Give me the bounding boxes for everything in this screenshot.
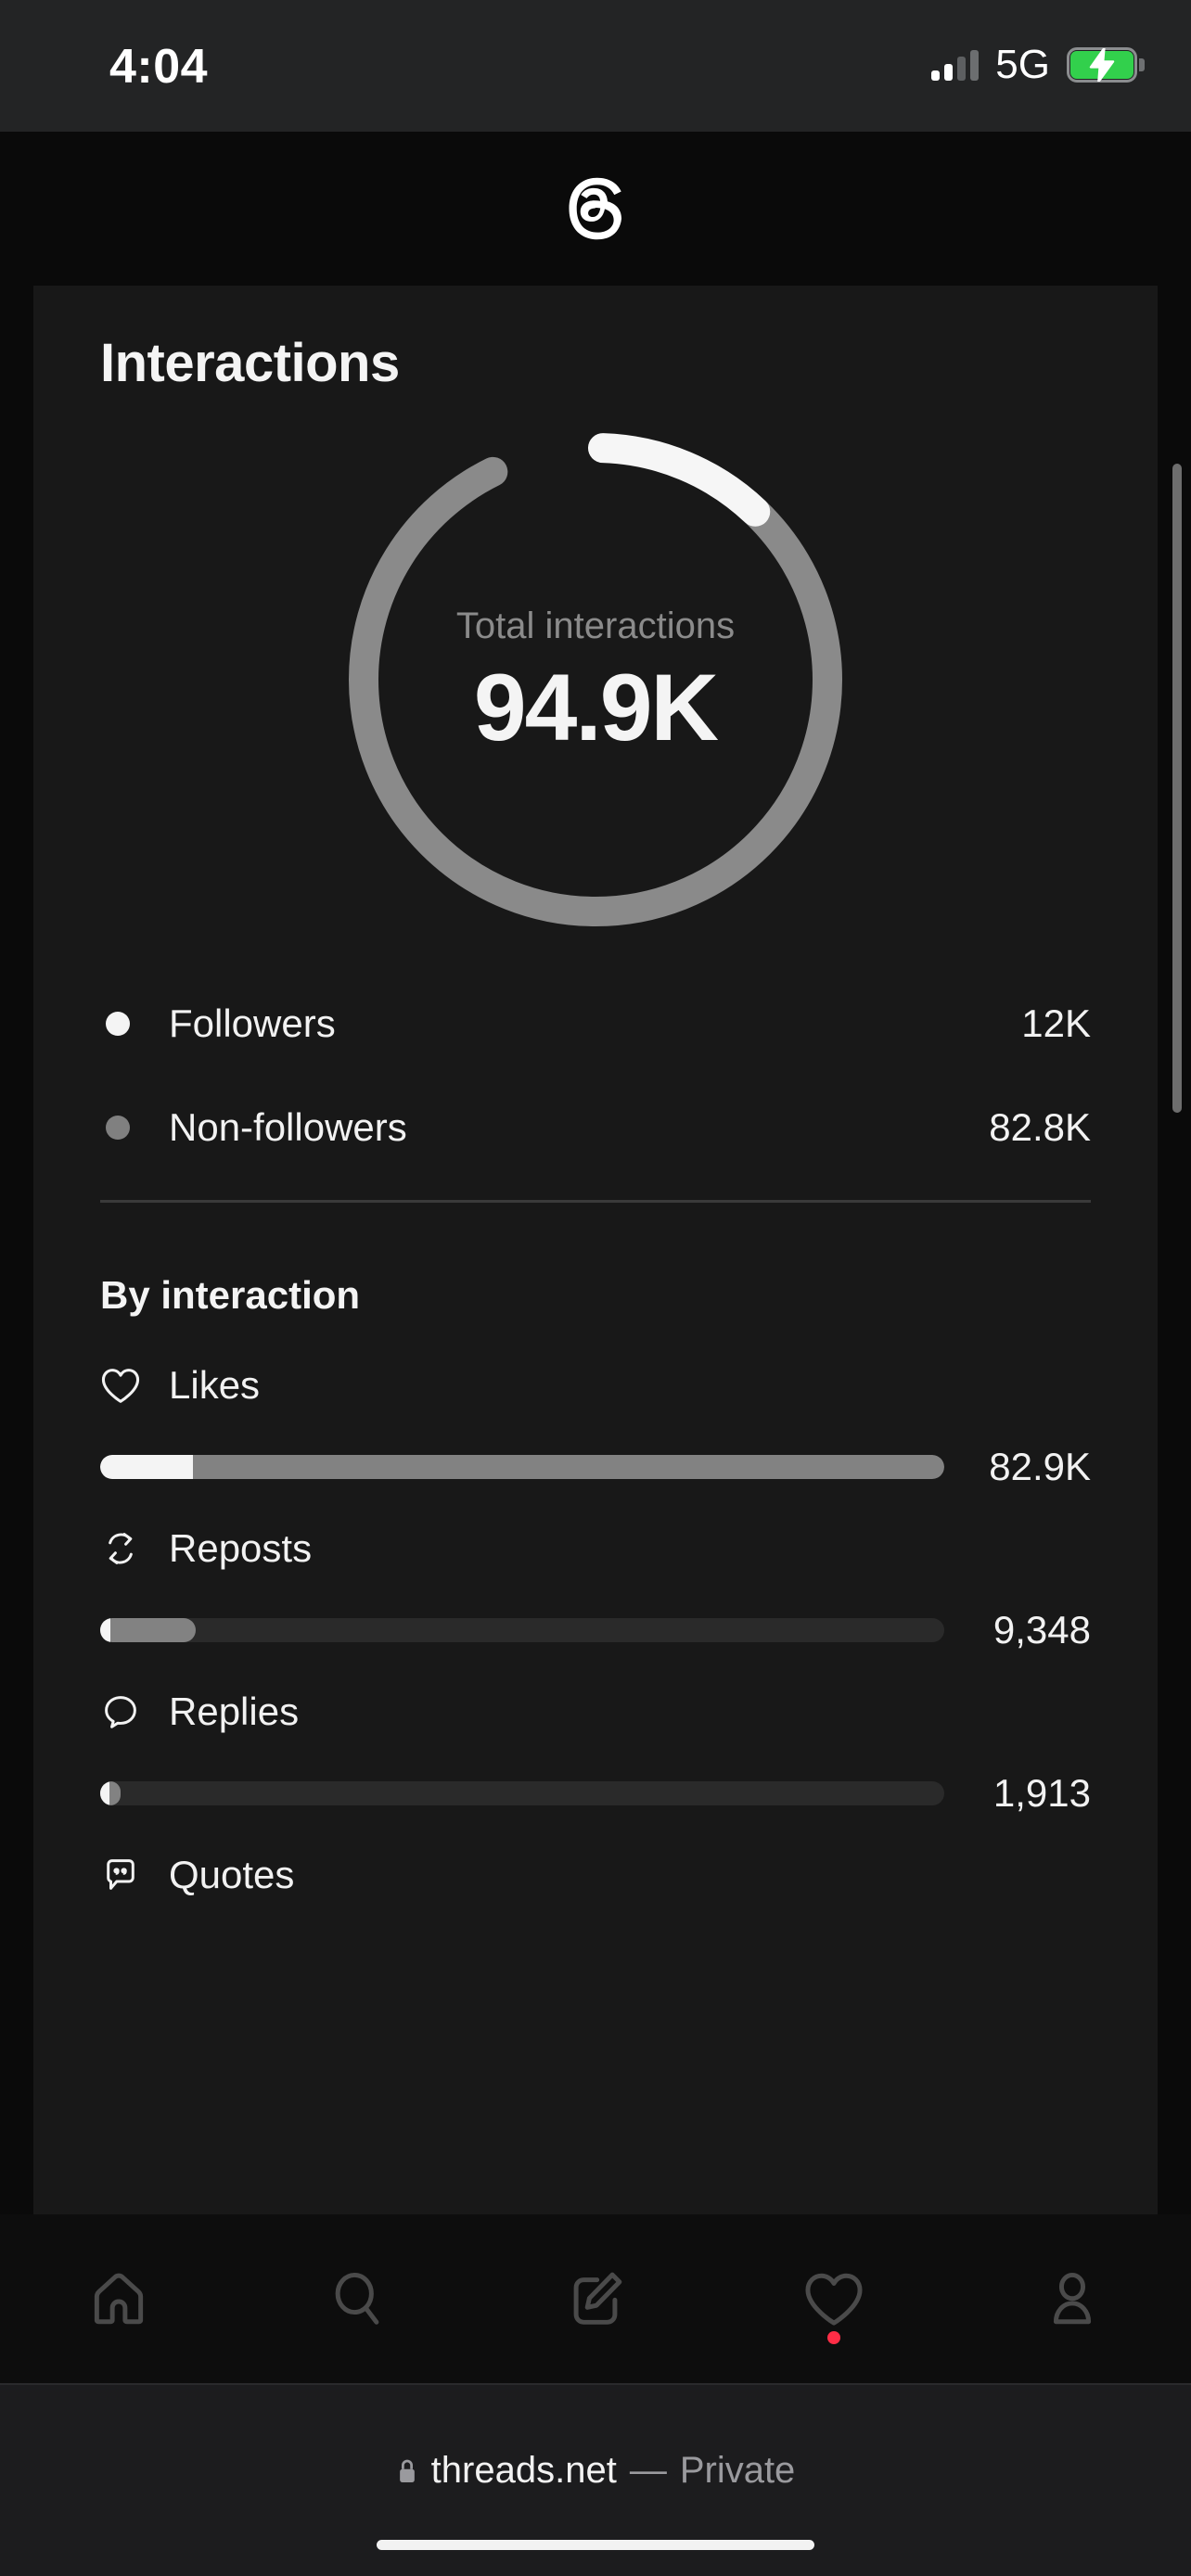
by-interaction-heading: By interaction	[100, 1273, 361, 1317]
interaction-bar-track-likes	[100, 1455, 944, 1479]
home-icon	[95, 2273, 144, 2325]
donut-center-value: 94.9K	[473, 655, 719, 760]
interaction-bar-track-reposts	[100, 1618, 944, 1642]
interaction-value-replies: 1,913	[992, 1771, 1091, 1815]
address-bar[interactable]: threads.net — Private	[0, 2450, 1191, 2492]
interaction-row-quotes[interactable]: Quotes	[100, 1846, 1091, 2009]
interaction-row-likes[interactable]: Likes 82.9K	[100, 1357, 1091, 1520]
status-bar-time: 4:04	[109, 40, 209, 94]
url-host: threads.net	[430, 2450, 617, 2491]
tab-search[interactable]	[238, 2214, 477, 2383]
phone-screen: 4:04 5G Interactions Total interactions …	[0, 0, 1191, 2576]
browser-bottom-bar: threads.net — Private	[0, 2383, 1191, 2576]
network-type-label: 5G	[995, 42, 1050, 87]
bar-segment-nonfollowers-likes	[100, 1455, 944, 1479]
donut-center-label: Total interactions	[455, 606, 736, 646]
battery-charging-icon	[1067, 47, 1145, 83]
bar-segment-nonfollowers-reposts	[100, 1618, 196, 1642]
reply-icon	[100, 1691, 141, 1732]
interaction-value-reposts: 9,348	[992, 1608, 1091, 1651]
home-indicator	[377, 2540, 814, 2550]
donut-center-text: Total interactions 94.9K	[33, 606, 1158, 755]
status-bar: 4:04 5G	[0, 0, 1191, 132]
status-bar-indicators: 5G	[931, 42, 1145, 87]
legend-label-followers: Followers	[169, 1001, 336, 1045]
heart-icon	[100, 1365, 141, 1406]
interaction-row-reposts[interactable]: Reposts 9,348	[100, 1520, 1091, 1683]
interaction-label-reposts: Reposts	[169, 1526, 313, 1570]
charging-bolt-icon	[1089, 48, 1115, 82]
profile-icon	[1053, 2272, 1091, 2325]
quote-icon	[100, 1855, 141, 1895]
legend-row-followers: Followers 12K	[100, 972, 1091, 1076]
tab-compose[interactable]	[477, 2214, 715, 2383]
section-divider	[100, 1200, 1091, 1203]
cellular-signal-icon	[931, 49, 980, 81]
page-scrollbar[interactable]	[1172, 464, 1182, 1113]
search-icon	[335, 2272, 379, 2325]
repost-icon	[100, 1528, 141, 1569]
tab-home[interactable]	[0, 2214, 238, 2383]
insights-card: Interactions Total interactions 94.9K Fo…	[33, 286, 1158, 2214]
legend-label-nonfollowers: Non-followers	[169, 1105, 407, 1149]
activity-badge-dot	[826, 2331, 840, 2344]
legend-dot-nonfollowers	[106, 1116, 130, 1140]
app-header	[0, 132, 1191, 351]
donut-legend: Followers 12K Non-followers 82.8K	[100, 972, 1091, 1180]
tab-profile[interactable]	[953, 2214, 1191, 2383]
page-title: Interactions	[100, 333, 400, 393]
legend-value-followers: 12K	[1021, 1001, 1091, 1045]
legend-row-nonfollowers: Non-followers 82.8K	[100, 1076, 1091, 1180]
interaction-label-quotes: Quotes	[169, 1853, 295, 1896]
interaction-row-replies[interactable]: Replies 1,913	[100, 1683, 1091, 1846]
by-interaction-list: Likes 82.9K Reposts 9,348 Replies 1,913 …	[100, 1357, 1091, 2009]
compose-icon	[573, 2272, 622, 2325]
url-private-label: Private	[679, 2450, 796, 2491]
heart-icon	[805, 2273, 863, 2326]
tab-activity[interactable]	[714, 2214, 953, 2383]
bar-segment-followers-reposts	[100, 1618, 110, 1642]
interactions-donut-chart: Total interactions 94.9K	[33, 406, 1158, 953]
interaction-value-likes: 82.9K	[989, 1445, 1091, 1488]
interaction-bar-track-replies	[100, 1781, 944, 1805]
legend-value-nonfollowers: 82.8K	[989, 1105, 1091, 1149]
bar-segment-followers-replies	[100, 1781, 109, 1805]
bar-segment-followers-likes	[100, 1455, 194, 1479]
url-separator: —	[629, 2450, 667, 2491]
lock-icon	[399, 2459, 415, 2482]
legend-dot-followers	[106, 1012, 130, 1036]
interaction-label-likes: Likes	[169, 1363, 261, 1407]
threads-logo-icon[interactable]	[560, 173, 631, 244]
bottom-tab-bar	[0, 2214, 1191, 2383]
interaction-label-replies: Replies	[169, 1690, 300, 1733]
